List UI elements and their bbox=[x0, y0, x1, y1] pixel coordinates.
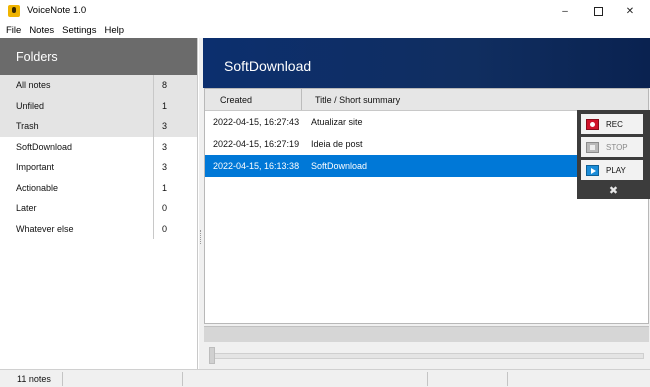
folder-count: 0 bbox=[153, 198, 197, 219]
play-button[interactable]: PLAY bbox=[581, 160, 643, 180]
folder-name: All notes bbox=[16, 80, 51, 91]
folder-name: SoftDownload bbox=[16, 141, 73, 152]
status-segment bbox=[507, 371, 567, 386]
recorder-panel: REC STOP PLAY ✖ bbox=[577, 110, 650, 199]
folder-all-notes[interactable]: All notes 8 bbox=[0, 75, 197, 96]
note-detail-strip bbox=[204, 326, 649, 342]
maximize-button[interactable] bbox=[582, 0, 614, 22]
folder-count: 3 bbox=[153, 157, 197, 178]
microphone-app-icon bbox=[8, 5, 20, 17]
folder-later[interactable]: Later 0 bbox=[0, 198, 197, 219]
seek-slider-thumb[interactable] bbox=[209, 347, 215, 364]
menu-bar: File Notes Settings Help bbox=[0, 22, 650, 38]
folders-header: Folders bbox=[0, 38, 197, 75]
title-bar: VoiceNote 1.0 – ✕ bbox=[0, 0, 650, 22]
rec-label: REC bbox=[606, 119, 623, 129]
note-title: SoftDownload bbox=[311, 161, 368, 171]
play-icon bbox=[586, 164, 599, 176]
close-recorder-icon[interactable]: ✖ bbox=[577, 182, 650, 198]
folder-important[interactable]: Important 3 bbox=[0, 157, 197, 178]
status-note-count: 11 notes bbox=[17, 373, 51, 384]
folder-softdownload[interactable]: SoftDownload 3 bbox=[0, 136, 197, 157]
folder-name: Later bbox=[16, 203, 37, 214]
folders-sidebar: Folders All notes 8 Unfiled 1 Trash 3 So… bbox=[0, 38, 198, 369]
minimize-button[interactable]: – bbox=[549, 0, 581, 22]
folder-banner: SoftDownload bbox=[203, 38, 650, 88]
column-header-created[interactable]: Created bbox=[205, 89, 302, 110]
notes-panel: SoftDownload Created Title / Short summa… bbox=[203, 38, 650, 369]
maximize-icon bbox=[593, 6, 603, 16]
menu-file[interactable]: File bbox=[0, 25, 25, 36]
folder-name: Whatever else bbox=[16, 223, 74, 234]
folder-actionable[interactable]: Actionable 1 bbox=[0, 177, 197, 198]
folder-count: 1 bbox=[153, 177, 197, 198]
table-header: Created Title / Short summary bbox=[205, 89, 648, 111]
menu-settings[interactable]: Settings bbox=[58, 25, 100, 36]
status-segment bbox=[427, 371, 507, 386]
note-title: Atualizar site bbox=[311, 117, 363, 127]
stop-icon bbox=[586, 141, 599, 153]
note-created: 2022-04-15, 16:27:43 bbox=[213, 117, 300, 127]
folder-unfiled[interactable]: Unfiled 1 bbox=[0, 95, 197, 116]
status-segment bbox=[182, 371, 427, 386]
folder-count: 0 bbox=[153, 218, 197, 239]
note-created: 2022-04-15, 16:13:38 bbox=[213, 161, 300, 171]
note-created: 2022-04-15, 16:27:19 bbox=[213, 139, 300, 149]
splitter-grip-icon bbox=[200, 230, 202, 244]
stop-button[interactable]: STOP bbox=[581, 137, 643, 157]
folder-name: Unfiled bbox=[16, 100, 45, 111]
play-label: PLAY bbox=[606, 165, 626, 175]
note-title: Ideia de post bbox=[311, 139, 363, 149]
rec-button[interactable]: REC bbox=[581, 114, 643, 134]
folder-title: SoftDownload bbox=[224, 58, 312, 74]
window-title: VoiceNote 1.0 bbox=[27, 5, 87, 16]
stop-label: STOP bbox=[606, 142, 628, 152]
close-window-button[interactable]: ✕ bbox=[614, 0, 646, 22]
record-icon bbox=[586, 118, 599, 130]
folder-count: 8 bbox=[153, 75, 197, 96]
status-segment bbox=[62, 371, 182, 386]
folder-name: Important bbox=[16, 162, 55, 173]
folder-name: Trash bbox=[16, 121, 39, 132]
status-bar: 11 notes bbox=[0, 369, 650, 387]
folder-count: 1 bbox=[153, 95, 197, 116]
folder-count: 3 bbox=[153, 116, 197, 137]
column-header-title[interactable]: Title / Short summary bbox=[302, 89, 400, 110]
folder-name: Actionable bbox=[16, 182, 59, 193]
menu-notes[interactable]: Notes bbox=[25, 25, 58, 36]
folder-whatever-else[interactable]: Whatever else 0 bbox=[0, 218, 197, 239]
folder-count: 3 bbox=[153, 136, 197, 157]
folder-trash[interactable]: Trash 3 bbox=[0, 116, 197, 137]
menu-help[interactable]: Help bbox=[100, 25, 128, 36]
seek-slider-track[interactable] bbox=[209, 353, 644, 359]
